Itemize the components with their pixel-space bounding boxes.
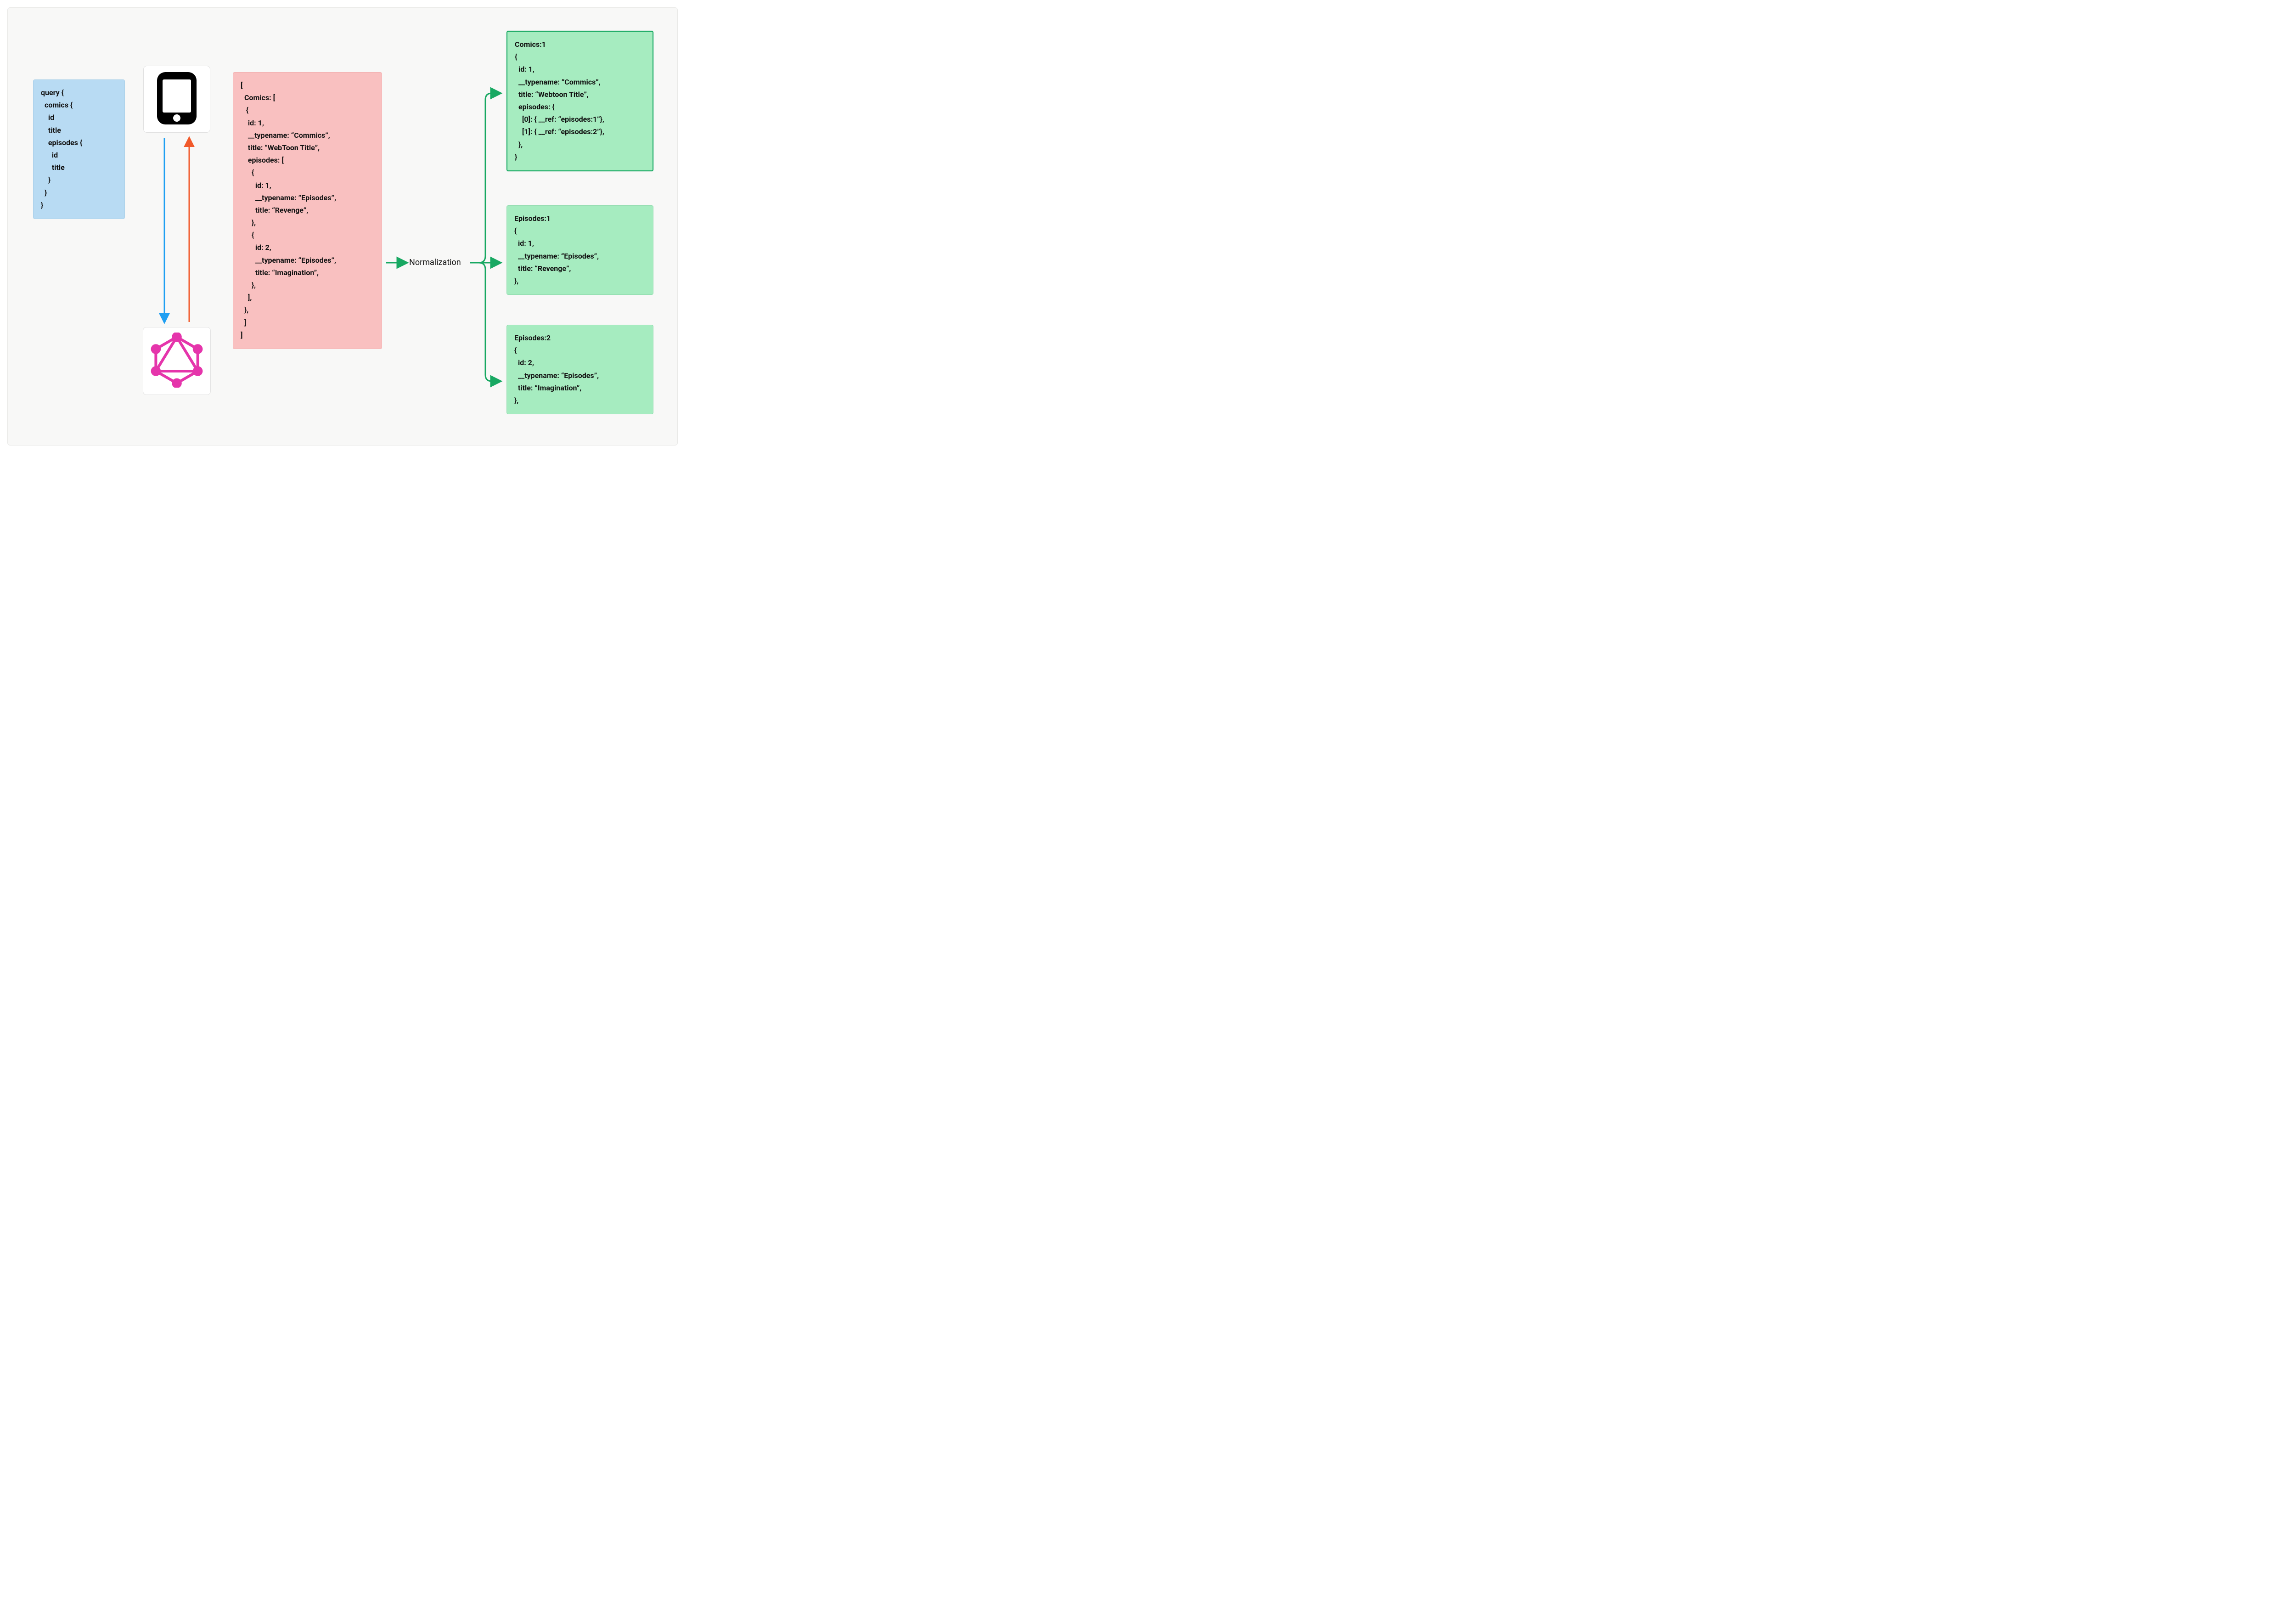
cache-entry-comics-1: Comics:1 { id: 1, __typename: “Commics”,… — [506, 31, 653, 171]
cache-entry-episodes-1: Episodes:1 { id: 1, __typename: “Episode… — [506, 205, 653, 295]
diagram-canvas: { "query_box": "query {\n comics {\n id\… — [7, 7, 678, 446]
normalization-label: Normalization — [409, 258, 461, 267]
cache-entry-episodes-2: Episodes:2 { id: 2, __typename: “Episode… — [506, 325, 653, 414]
